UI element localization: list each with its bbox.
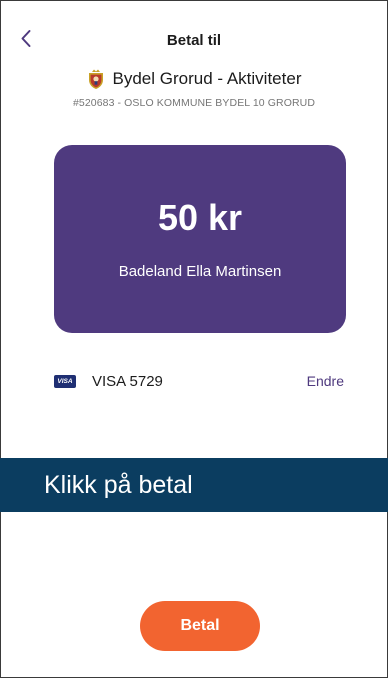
payee-name: Badeland Ella Martinsen	[118, 263, 282, 280]
visa-card-icon: VISA	[54, 374, 76, 388]
merchant-name: Bydel Grorud - Aktiviteter	[112, 69, 302, 88]
payment-amount: 50 kr	[157, 197, 243, 238]
instruction-banner: Klikk på betal	[0, 458, 388, 512]
merchant-id: #520683 - OSLO KOMMUNE BYDEL 10 GRORUD	[72, 97, 316, 109]
amount-card: 50 kr Badeland Ella Martinsen	[54, 145, 346, 333]
change-card-link[interactable]: Endre	[307, 373, 344, 389]
payment-method-row: VISA VISA 5729 Endre	[54, 370, 344, 392]
pay-button[interactable]: Betal	[140, 601, 260, 651]
payment-screen: Betal til Bydel Grorud - Aktiviteter #52…	[0, 0, 388, 678]
merchant-header: Bydel Grorud - Aktiviteter	[1, 68, 387, 90]
card-label: VISA 5729	[92, 372, 163, 390]
coat-of-arms-icon	[88, 69, 103, 89]
page-title: Betal til	[166, 32, 222, 49]
